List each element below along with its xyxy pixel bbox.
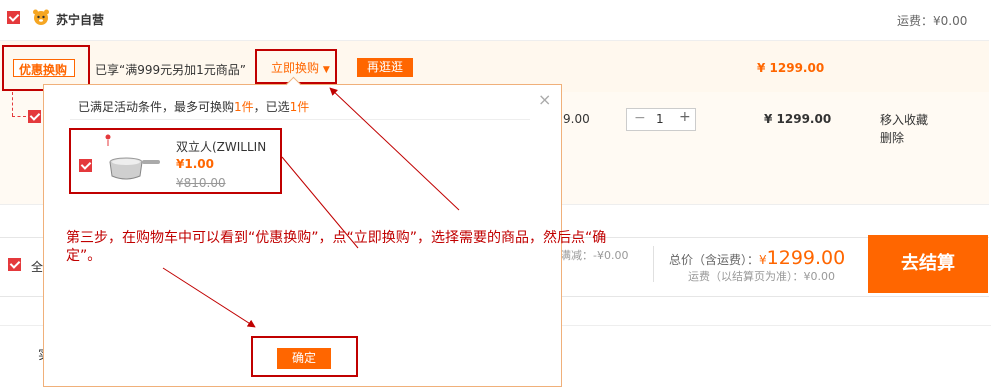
annotation-arrows bbox=[162, 87, 460, 328]
arrow-to-confirm bbox=[162, 267, 256, 328]
arrow-to-item bbox=[281, 156, 359, 249]
arrow-to-exchange bbox=[329, 87, 460, 211]
